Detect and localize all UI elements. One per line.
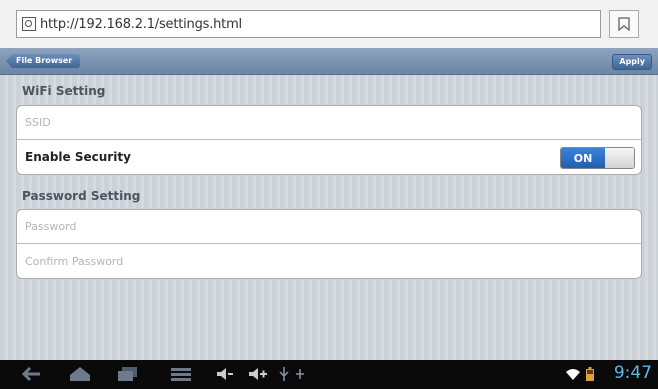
bookmark-icon: [618, 17, 630, 31]
usb-icon: [279, 367, 289, 381]
back-icon[interactable]: [22, 366, 44, 382]
browser-url-bar: http://192.168.2.1/settings.html: [0, 0, 658, 49]
password-input[interactable]: Password: [25, 220, 76, 233]
url-field[interactable]: http://192.168.2.1/settings.html: [16, 10, 601, 38]
volume-down-icon[interactable]: [216, 366, 234, 382]
bookmark-button[interactable]: [609, 10, 639, 38]
menu-icon[interactable]: [170, 366, 192, 382]
enable-security-label: Enable Security: [25, 150, 131, 164]
apply-button[interactable]: Apply: [612, 54, 652, 70]
wifi-icon: [566, 369, 580, 380]
recent-apps-icon[interactable]: [117, 366, 139, 382]
ssid-input[interactable]: SSID: [25, 116, 51, 129]
page-icon: [22, 17, 36, 31]
clock: 9:47: [613, 363, 652, 383]
password-row[interactable]: Password: [17, 210, 641, 244]
wifi-section-title: WiFi Setting: [22, 84, 106, 98]
home-icon[interactable]: [68, 366, 92, 382]
file-browser-back-button[interactable]: File Browser: [6, 54, 81, 68]
wifi-group: SSID Enable Security ON: [16, 105, 642, 175]
security-toggle[interactable]: ON: [560, 147, 635, 169]
title-toolbar: File Browser Apply: [0, 48, 658, 75]
password-group: Password Confirm Password: [16, 209, 642, 279]
ssid-row[interactable]: SSID: [17, 106, 641, 140]
toggle-on-label: ON: [561, 148, 605, 168]
url-text: http://192.168.2.1/settings.html: [40, 16, 242, 32]
settings-panel: WiFi Setting SSID Enable Security ON Pas…: [0, 75, 658, 360]
confirm-password-input[interactable]: Confirm Password: [25, 255, 123, 268]
password-section-title: Password Setting: [22, 189, 141, 203]
battery-icon: [586, 367, 594, 381]
system-bar: 9:47: [0, 360, 658, 389]
volume-up-icon[interactable]: [248, 366, 268, 382]
confirm-password-row[interactable]: Confirm Password: [17, 244, 641, 278]
security-row: Enable Security ON: [17, 140, 641, 174]
toggle-knob: [605, 148, 634, 168]
debug-icon: [296, 369, 304, 379]
status-icons: [565, 367, 594, 381]
